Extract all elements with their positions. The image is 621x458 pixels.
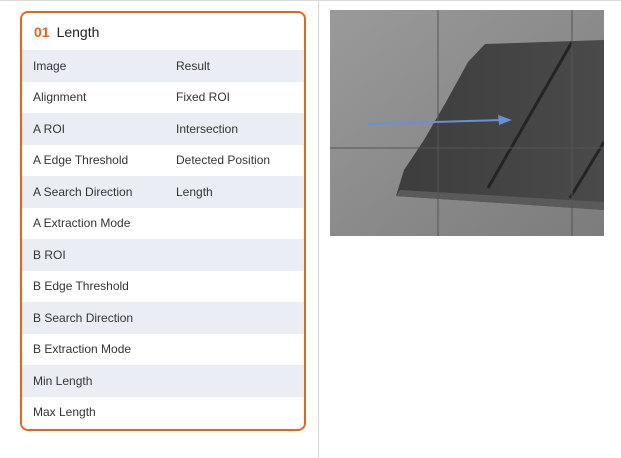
output-result[interactable]: Result: [163, 59, 210, 73]
param-a-extraction-mode[interactable]: A Extraction Mode: [22, 216, 163, 230]
output-length[interactable]: Length: [163, 185, 213, 199]
list-row: Image Result: [22, 50, 304, 82]
top-rule: [0, 0, 621, 1]
output-intersection[interactable]: Intersection: [163, 122, 238, 136]
length-tool-panel: 01 Length Image Result Alignment Fixed R…: [20, 11, 306, 431]
list-row: Max Length: [22, 396, 304, 428]
output-fixed-roi[interactable]: Fixed ROI: [163, 90, 230, 104]
inspection-image[interactable]: [330, 10, 604, 236]
list-row: B ROI: [22, 239, 304, 271]
param-b-search-direction[interactable]: B Search Direction: [22, 311, 163, 325]
param-image[interactable]: Image: [22, 59, 163, 73]
list-row: Min Length: [22, 365, 304, 397]
list-row: A Edge Threshold Detected Position: [22, 144, 304, 176]
param-b-roi[interactable]: B ROI: [22, 248, 163, 262]
param-max-length[interactable]: Max Length: [22, 405, 163, 419]
param-a-edge-threshold[interactable]: A Edge Threshold: [22, 153, 163, 167]
vertical-divider: [318, 1, 319, 458]
param-b-edge-threshold[interactable]: B Edge Threshold: [22, 279, 163, 293]
list-row: A Extraction Mode: [22, 207, 304, 239]
list-row: A Search Direction Length: [22, 176, 304, 208]
param-b-extraction-mode[interactable]: B Extraction Mode: [22, 342, 163, 356]
panel-header: 01 Length: [22, 13, 304, 50]
blade-image-drawing: [330, 10, 604, 236]
panel-number: 01: [34, 23, 50, 40]
param-a-search-direction[interactable]: A Search Direction: [22, 185, 163, 199]
list-row: B Search Direction: [22, 302, 304, 334]
param-alignment[interactable]: Alignment: [22, 90, 163, 104]
list-row: B Edge Threshold: [22, 270, 304, 302]
list-row: A ROI Intersection: [22, 113, 304, 145]
list-row: Alignment Fixed ROI: [22, 81, 304, 113]
list-row: B Extraction Mode: [22, 333, 304, 365]
panel-title: Length: [56, 23, 100, 40]
output-detected-position[interactable]: Detected Position: [163, 153, 270, 167]
parameter-list: Image Result Alignment Fixed ROI A ROI I…: [22, 50, 304, 428]
param-min-length[interactable]: Min Length: [22, 374, 163, 388]
param-a-roi[interactable]: A ROI: [22, 122, 163, 136]
